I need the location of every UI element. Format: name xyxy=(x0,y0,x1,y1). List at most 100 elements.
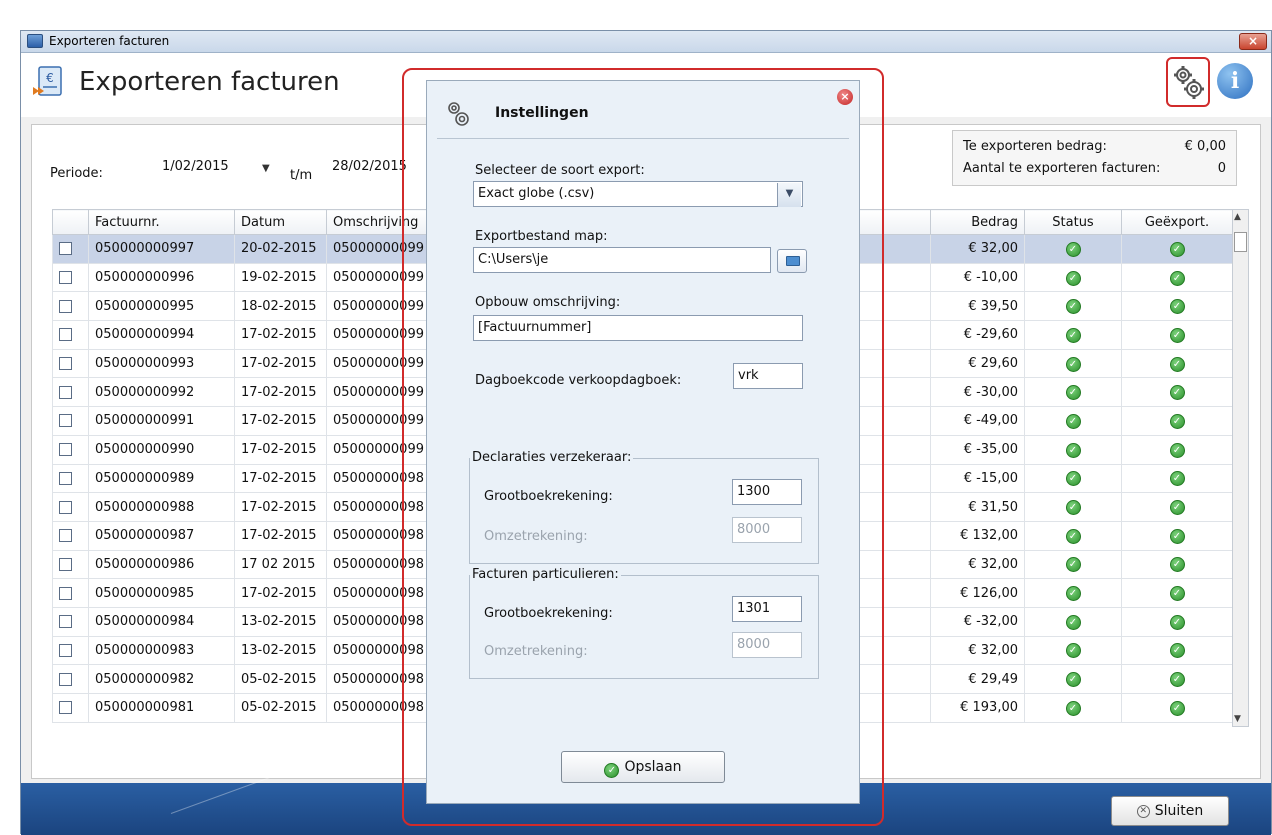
invoice-date: 17-02-2015 xyxy=(234,406,327,436)
table-scrollbar[interactable]: ▲ ▼ xyxy=(1232,209,1249,727)
row-checkbox[interactable] xyxy=(59,271,72,285)
row-checkbox[interactable] xyxy=(59,672,72,686)
browse-folder-button[interactable] xyxy=(777,249,807,273)
table-cell: ✓ xyxy=(1024,578,1122,608)
table-cell xyxy=(52,377,89,408)
status-ok-icon: ✓ xyxy=(1065,356,1081,372)
info-button[interactable]: i xyxy=(1217,63,1253,99)
count-value: 0 xyxy=(1217,161,1226,176)
dialog-title: Instellingen xyxy=(495,105,589,121)
invoice-date: 05-02-2015 xyxy=(234,693,327,723)
column-header[interactable]: Datum xyxy=(234,209,327,235)
exported-ok-icon: ✓ xyxy=(1169,500,1185,516)
summary-box: Te exporteren bedrag: € 0,00 Aantal te e… xyxy=(952,130,1237,186)
description-input[interactable]: [Factuurnummer] xyxy=(473,315,803,341)
table-cell xyxy=(52,262,89,293)
status-ok-icon: ✓ xyxy=(1065,614,1081,630)
row-checkbox[interactable] xyxy=(59,328,72,342)
row-checkbox[interactable] xyxy=(59,615,72,629)
table-cell: ✓ xyxy=(1024,406,1122,436)
revenue-input: 8000 xyxy=(732,632,802,658)
row-checkbox[interactable] xyxy=(59,471,72,485)
count-label: Aantal te exporteren facturen: xyxy=(963,161,1161,176)
table-cell: ✓ xyxy=(1024,262,1122,293)
column-header[interactable]: Status xyxy=(1024,209,1122,235)
group-particulieren: Facturen particulieren: Grootboekrekenin… xyxy=(469,567,819,679)
invoice-amount: € 193,00 xyxy=(930,693,1025,723)
row-checkbox[interactable] xyxy=(59,557,72,571)
save-button[interactable]: ✓ Opslaan xyxy=(561,751,725,783)
invoice-number: 050000000986 xyxy=(88,549,235,580)
row-checkbox[interactable] xyxy=(59,643,72,657)
column-header[interactable] xyxy=(52,209,89,235)
invoice-date: 17 02 2015 xyxy=(234,549,327,580)
window-title: Exporteren facturen xyxy=(49,34,170,48)
close-button[interactable]: ✕ Sluiten xyxy=(1111,796,1229,826)
row-checkbox[interactable] xyxy=(59,529,72,543)
row-checkbox[interactable] xyxy=(59,414,72,428)
table-cell: ✓ xyxy=(1024,549,1122,580)
period-to-picker[interactable]: 28/02/2015 xyxy=(327,156,437,180)
column-header[interactable]: Factuurnr. xyxy=(88,209,235,235)
column-header[interactable]: Bedrag xyxy=(930,209,1025,235)
tm-label: t/m xyxy=(290,168,313,183)
row-checkbox[interactable] xyxy=(59,500,72,514)
table-cell: ✓ xyxy=(1121,463,1233,494)
ledger-label: Grootboekrekening: xyxy=(484,489,613,504)
row-checkbox[interactable] xyxy=(59,443,72,457)
exported-ok-icon: ✓ xyxy=(1169,356,1185,372)
table-cell: ✓ xyxy=(1121,377,1233,408)
period-from-picker[interactable]: 1/02/2015 xyxy=(157,156,267,180)
settings-button[interactable] xyxy=(1166,57,1210,107)
table-cell: ✓ xyxy=(1121,635,1233,666)
row-checkbox[interactable] xyxy=(59,242,72,256)
table-cell: ✓ xyxy=(1121,520,1233,551)
row-checkbox[interactable] xyxy=(59,357,72,371)
status-ok-icon: ✓ xyxy=(1065,643,1081,659)
export-type-select[interactable]: Exact globe (.csv) xyxy=(473,181,803,207)
ledger-input[interactable]: 1300 xyxy=(732,479,802,505)
column-header[interactable]: Geëxport. xyxy=(1121,209,1233,235)
ledger-value: 1301 xyxy=(737,601,771,616)
scroll-thumb[interactable] xyxy=(1234,232,1247,252)
table-cell: ✓ xyxy=(1024,291,1122,322)
row-checkbox[interactable] xyxy=(59,701,72,715)
invoice-number: 050000000982 xyxy=(88,664,235,694)
title-bar: Exporteren facturen × xyxy=(21,31,1271,53)
chevron-down-icon[interactable]: ▼ xyxy=(262,163,270,174)
window-close-button[interactable]: × xyxy=(1239,33,1267,50)
folder-input[interactable]: C:\Users\je xyxy=(473,247,771,273)
ledger-input[interactable]: 1301 xyxy=(732,596,802,622)
table-cell: ✓ xyxy=(1121,434,1233,465)
table-cell: ✓ xyxy=(1024,492,1122,522)
exported-ok-icon: ✓ xyxy=(1169,385,1185,401)
row-checkbox[interactable] xyxy=(59,299,72,313)
journal-label: Dagboekcode verkoopdagboek: xyxy=(475,373,682,388)
invoice-number: 050000000992 xyxy=(88,377,235,408)
journal-input[interactable]: vrk xyxy=(733,363,803,389)
chevron-down-icon[interactable]: ▼ xyxy=(777,183,801,207)
table-cell: ✓ xyxy=(1121,262,1233,293)
row-checkbox[interactable] xyxy=(59,586,72,600)
table-cell xyxy=(52,291,89,322)
dialog-close-button[interactable]: × xyxy=(837,89,853,105)
scroll-down-icon[interactable]: ▼ xyxy=(1234,714,1241,724)
table-cell xyxy=(52,635,89,666)
table-cell xyxy=(52,320,89,350)
row-checkbox[interactable] xyxy=(59,385,72,399)
table-cell: ✓ xyxy=(1024,520,1122,551)
table-cell xyxy=(52,234,89,264)
folder-label: Exportbestand map: xyxy=(475,229,608,244)
export-invoice-icon: € xyxy=(33,66,62,96)
export-type-value: Exact globe (.csv) xyxy=(478,186,595,201)
exported-ok-icon: ✓ xyxy=(1169,643,1185,659)
table-cell xyxy=(52,406,89,436)
ledger-value: 1300 xyxy=(737,484,771,499)
table-cell: ✓ xyxy=(1024,606,1122,637)
invoice-amount: € 39,50 xyxy=(930,291,1025,322)
group-title: Declaraties verzekeraar: xyxy=(470,450,634,465)
status-ok-icon: ✓ xyxy=(1065,500,1081,516)
ledger-label: Grootboekrekening: xyxy=(484,606,613,621)
scroll-up-icon[interactable]: ▲ xyxy=(1234,212,1241,222)
table-cell xyxy=(52,606,89,637)
